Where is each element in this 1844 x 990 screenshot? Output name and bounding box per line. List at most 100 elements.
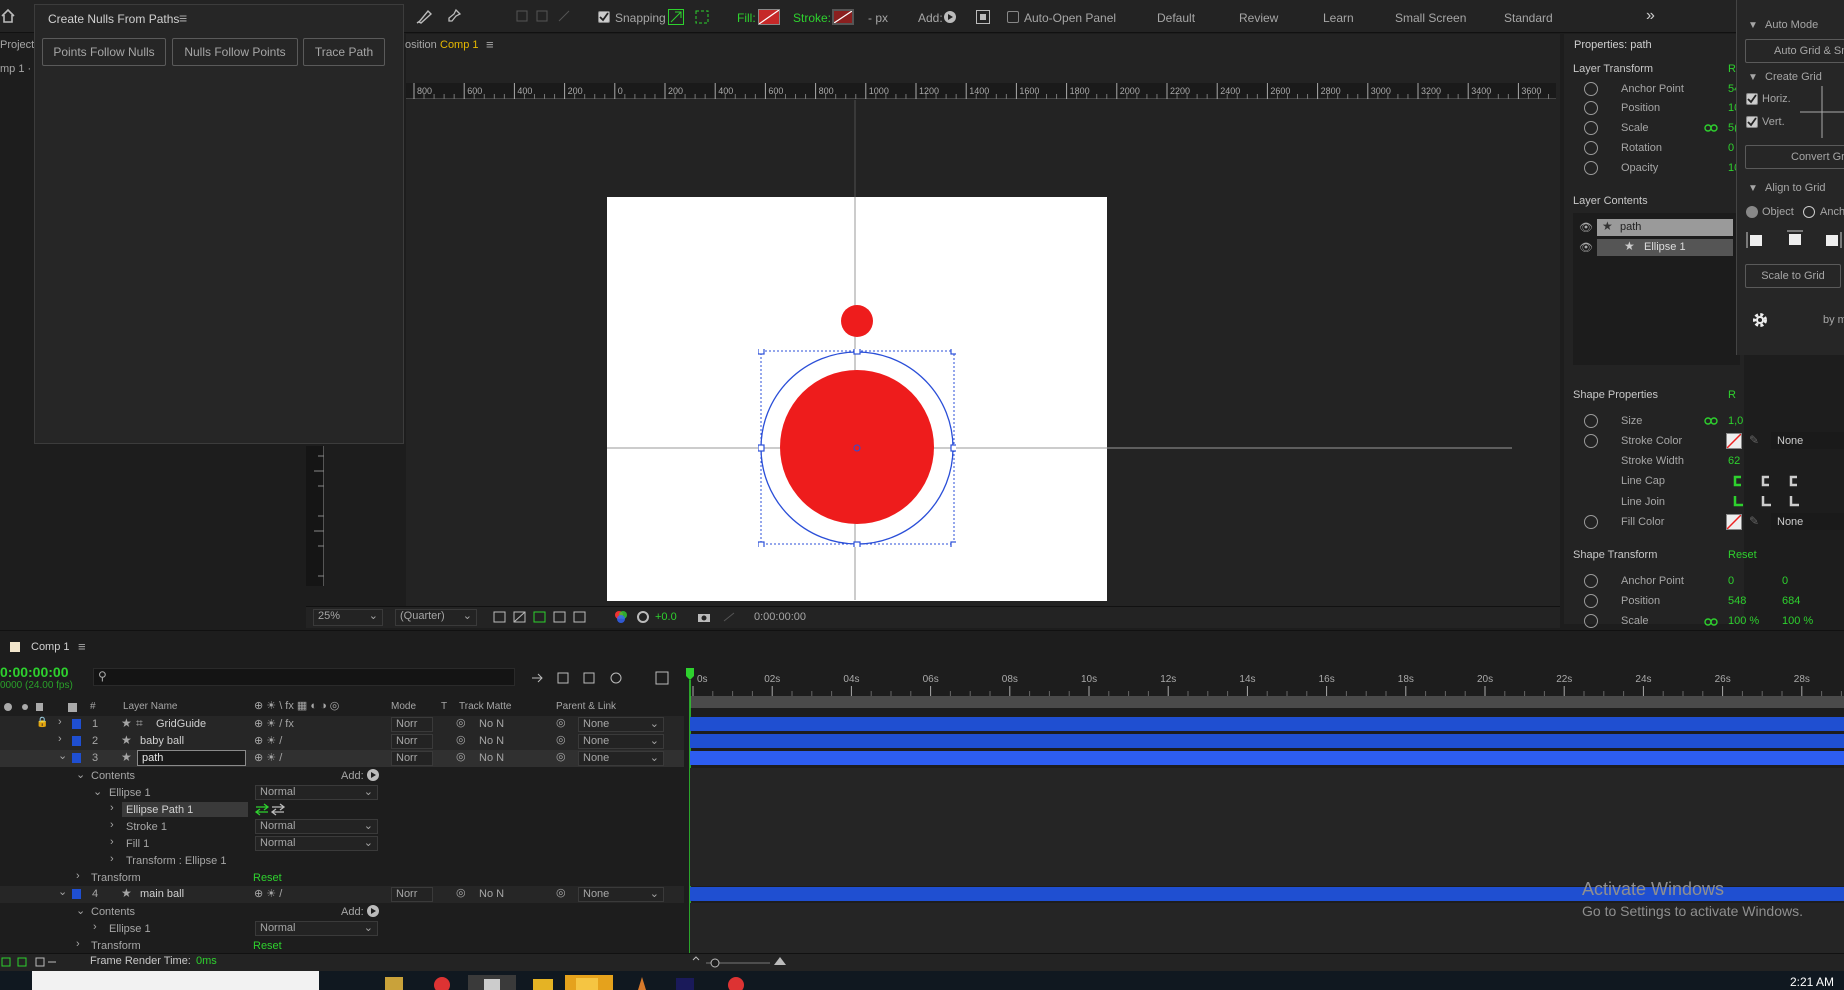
comp-tab-name[interactable]: Comp 1 — [440, 39, 479, 51]
position-stopwatch-icon[interactable] — [1584, 101, 1598, 115]
expand-icon[interactable]: › — [58, 716, 62, 728]
viewer-toggle-icons[interactable] — [492, 610, 602, 624]
workspace-learn[interactable]: Learn — [1323, 11, 1354, 25]
layer-4-matte-icon[interactable]: ◎ — [456, 886, 466, 899]
path-direction-icons[interactable] — [254, 803, 288, 816]
workspace-standard[interactable]: Standard — [1504, 11, 1553, 25]
ellipse1-label[interactable]: Ellipse 1 — [109, 787, 151, 799]
baby-ball[interactable] — [841, 305, 873, 337]
size-stopwatch-icon[interactable] — [1584, 414, 1598, 428]
expand-icon[interactable]: › — [110, 819, 114, 831]
transform-label[interactable]: Transform — [91, 940, 141, 952]
auto-open-checkbox[interactable] — [1007, 11, 1019, 23]
layer-1-track[interactable]: No N — [479, 718, 504, 730]
fill-swatch[interactable] — [758, 9, 780, 25]
fill-color-swatch[interactable] — [1726, 514, 1742, 530]
stroke-color-swatch[interactable] — [1726, 433, 1742, 449]
st-scale-y[interactable]: 100 % — [1782, 615, 1813, 627]
fill1-label[interactable]: Fill 1 — [126, 838, 149, 850]
layer-1-matte-icon[interactable]: ◎ — [456, 716, 466, 729]
add-menu-icon[interactable] — [367, 769, 379, 781]
eyedropper-icon[interactable]: ✎ — [1749, 433, 1759, 447]
ellipse-path-label[interactable]: Ellipse Path 1 — [126, 804, 193, 816]
home-icon[interactable] — [0, 8, 16, 24]
collapse-icon[interactable]: ⌄ — [76, 768, 85, 781]
path-ellipse[interactable] — [758, 349, 956, 547]
anchor-radio[interactable] — [1803, 206, 1815, 218]
layer-3-switches[interactable]: ⊕ ☀ / — [254, 751, 282, 764]
layer-2-track[interactable]: No N — [479, 735, 504, 747]
track-bar-baby-ball[interactable] — [690, 734, 1844, 748]
layer-4-switches[interactable]: ⊕ ☀ / — [254, 887, 282, 900]
add-menu-icon[interactable] — [944, 11, 956, 23]
exposure-value[interactable]: +0.0 — [655, 611, 677, 623]
layer-2-switches[interactable]: ⊕ ☀ / — [254, 734, 282, 747]
snapping-checkbox[interactable] — [598, 11, 610, 23]
fill-color-stopwatch-icon[interactable] — [1584, 515, 1598, 529]
rotation-stopwatch-icon[interactable] — [1584, 141, 1598, 155]
label-color-swatch[interactable] — [72, 736, 81, 746]
scale-to-grid-button[interactable]: Scale to Grid — [1745, 264, 1841, 288]
workspace-small-screen[interactable]: Small Screen — [1395, 11, 1466, 25]
st-anchor-y[interactable]: 0 — [1782, 575, 1788, 587]
expand-icon[interactable]: › — [76, 938, 80, 950]
fill1-blend-mode[interactable]: Normal ⌄ — [255, 836, 378, 851]
shape-transform-reset[interactable]: Reset — [1728, 549, 1757, 561]
lock-icon[interactable]: 🔒 — [36, 717, 48, 728]
line-join-icons[interactable] — [1731, 494, 1801, 508]
reset-exposure-icon[interactable] — [636, 610, 650, 624]
horiz-checkbox[interactable] — [1746, 93, 1758, 105]
eyedropper-icon[interactable]: ✎ — [1749, 514, 1759, 528]
footer-toggle-icons[interactable] — [0, 956, 60, 968]
timeline-menu[interactable]: ≡ — [78, 639, 86, 654]
project-tab[interactable]: Project — [0, 39, 34, 51]
auto-grid-snap-button[interactable]: Auto Grid & Sn — [1745, 39, 1844, 63]
layer-1-parent[interactable]: None ⌄ — [578, 717, 664, 732]
label-color-swatch[interactable] — [72, 719, 81, 729]
timeline-switch-icons[interactable] — [530, 670, 670, 686]
collapse-icon[interactable]: ⌄ — [93, 785, 102, 798]
collapse-icon[interactable]: ⌄ — [58, 885, 67, 898]
timeline-tab[interactable]: Comp 1 — [31, 641, 70, 653]
shape-properties-reset[interactable]: R — [1728, 389, 1736, 401]
constrain-link-icon[interactable] — [1704, 416, 1718, 426]
workspace-review[interactable]: Review — [1239, 11, 1278, 25]
create-nulls-menu[interactable]: ≡ — [179, 10, 187, 26]
lt-rotation-value[interactable]: 0 — [1728, 142, 1734, 154]
st-anchor-x[interactable]: 0 — [1728, 575, 1734, 587]
constrain-link-icon[interactable] — [1704, 123, 1718, 133]
expand-icon[interactable]: › — [110, 853, 114, 865]
transform-label[interactable]: Transform — [91, 872, 141, 884]
layer-search-input[interactable] — [93, 668, 515, 686]
expand-icon[interactable]: › — [110, 836, 114, 848]
pickwhip-icon[interactable]: ◎ — [556, 733, 566, 746]
layer-2-mode[interactable]: Norr — [391, 734, 433, 749]
vert-checkbox[interactable] — [1746, 116, 1758, 128]
transform-reset[interactable]: Reset — [253, 940, 282, 952]
constrain-link-icon[interactable] — [1704, 617, 1718, 627]
zoom-slider[interactable] — [690, 954, 790, 970]
gear-icon[interactable] — [1751, 311, 1769, 329]
triangle-icon[interactable]: ▼ — [1748, 183, 1758, 194]
workspace-default[interactable]: Default — [1157, 11, 1195, 25]
align-buttons[interactable] — [1746, 230, 1844, 250]
stroke1-blend-mode[interactable]: Normal ⌄ — [255, 819, 378, 834]
show-snapshot-icon[interactable] — [722, 611, 736, 623]
expand-icon[interactable]: › — [93, 921, 97, 933]
layer-1-mode[interactable]: Norr — [391, 717, 433, 732]
object-radio[interactable] — [1746, 206, 1758, 218]
stroke-width-value[interactable]: - px — [868, 11, 888, 25]
tool-options-icon[interactable] — [976, 10, 990, 24]
layer-3-track[interactable]: No N — [479, 752, 504, 764]
sp-stroke-width-value[interactable]: 62 — [1728, 455, 1740, 467]
st-scale-x[interactable]: 100 % — [1728, 615, 1759, 627]
trace-path-button[interactable]: Trace Path — [303, 38, 385, 66]
st-scale-stopwatch-icon[interactable] — [1584, 614, 1598, 628]
anchor-point-stopwatch-icon[interactable] — [1584, 82, 1598, 96]
st-position-x[interactable]: 548 — [1728, 595, 1746, 607]
layer-4-name[interactable]: main ball — [140, 888, 184, 900]
layer-3-mode[interactable]: Norr — [391, 751, 433, 766]
pickwhip-icon[interactable]: ◎ — [556, 886, 566, 899]
stroke-swatch[interactable] — [832, 9, 854, 25]
layer-3-parent[interactable]: None ⌄ — [578, 751, 664, 766]
